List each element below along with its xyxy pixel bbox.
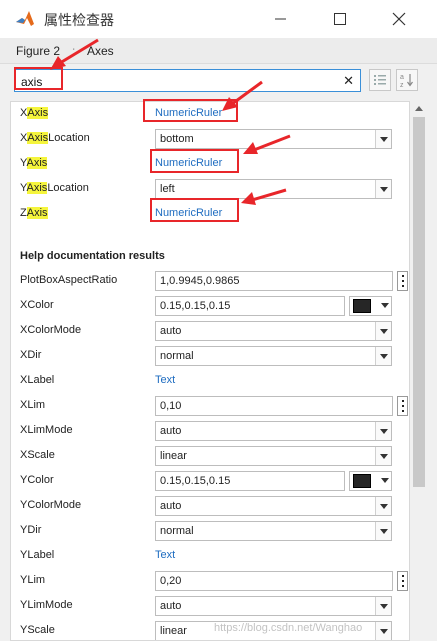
help-results-heading: Help documentation results <box>20 250 165 262</box>
xlimmode-dropdown[interactable]: auto <box>155 421 392 441</box>
more-options-icon[interactable] <box>397 271 408 291</box>
property-name: YAxisLocation <box>20 182 89 194</box>
property-row-xscale: XScale linear <box>11 443 409 468</box>
property-row-ylabel: YLabel Text <box>20 549 176 561</box>
chevron-down-icon[interactable] <box>375 422 391 440</box>
breadcrumb-separator: : <box>72 44 76 58</box>
categorized-view-button[interactable] <box>369 69 391 91</box>
breadcrumb-figure[interactable]: Figure 2 <box>16 44 60 58</box>
property-name: XAxis <box>20 107 49 119</box>
ydir-dropdown[interactable]: normal <box>155 521 392 541</box>
more-options-icon[interactable] <box>397 571 408 591</box>
ycolormode-dropdown[interactable]: auto <box>155 496 392 516</box>
ycolor-field[interactable]: 0.15,0.15,0.15 <box>155 471 345 491</box>
chevron-down-icon[interactable] <box>375 322 391 340</box>
chevron-down-icon[interactable] <box>375 522 391 540</box>
chevron-down-icon[interactable] <box>375 497 391 515</box>
property-row-plotboxaspectratio: PlotBoxAspectRatio 1,0.9945,0.9865 <box>11 268 409 293</box>
chevron-down-icon[interactable] <box>375 447 391 465</box>
property-row-xlim: XLim 0,10 <box>11 393 409 418</box>
title-bar: 属性检查器 <box>0 0 437 38</box>
close-icon[interactable] <box>377 0 421 38</box>
chevron-down-icon[interactable] <box>375 622 391 640</box>
color-swatch <box>353 299 371 313</box>
xaxislocation-dropdown[interactable]: bottom <box>155 129 392 149</box>
scrollbar[interactable] <box>411 101 427 641</box>
sort-az-icon: a z <box>400 74 413 89</box>
annotation-box-zaxis <box>150 198 239 222</box>
color-swatch <box>353 474 371 488</box>
xcolor-picker-button[interactable] <box>349 296 392 316</box>
search-highlight: Axis <box>26 157 48 169</box>
breadcrumb: Figure 2 : Axes <box>0 38 437 64</box>
search-input[interactable]: axis ✕ <box>14 69 361 92</box>
property-row-xdir: XDir normal <box>11 343 409 368</box>
scrollbar-thumb[interactable] <box>413 117 425 487</box>
maximize-icon[interactable] <box>318 0 362 38</box>
search-highlight: Axis <box>26 207 48 219</box>
search-highlight: Axis <box>26 182 48 194</box>
property-name: XAxisLocation <box>20 132 90 144</box>
chevron-down-icon[interactable] <box>375 597 391 615</box>
svg-text:a: a <box>400 74 404 81</box>
search-row: axis ✕ a z <box>0 64 437 98</box>
ylim-field[interactable]: 0,20 <box>155 571 393 591</box>
minimize-icon[interactable] <box>259 0 303 38</box>
ylimmode-dropdown[interactable]: auto <box>155 596 392 616</box>
yaxislocation-dropdown[interactable]: left <box>155 179 392 199</box>
more-options-icon[interactable] <box>397 396 408 416</box>
property-name: YAxis <box>20 157 48 169</box>
scroll-up-icon[interactable] <box>415 106 423 111</box>
annotation-box-xaxis <box>143 99 238 122</box>
chevron-down-icon[interactable] <box>375 130 391 148</box>
property-row-xcolormode: XColorMode auto <box>11 318 409 343</box>
breadcrumb-object[interactable]: Axes <box>87 44 114 58</box>
annotation-box-search <box>14 67 63 90</box>
ylabel-link[interactable]: Text <box>155 549 175 561</box>
property-row-ycolor: YColor 0.15,0.15,0.15 <box>11 468 409 493</box>
matlab-logo-icon <box>16 11 34 26</box>
xcolormode-dropdown[interactable]: auto <box>155 321 392 341</box>
svg-text:z: z <box>400 82 404 89</box>
property-list: XAxis NumericRuler XAxisLocation bottom … <box>10 101 410 641</box>
property-name: ZAxis <box>20 207 48 219</box>
chevron-down-icon <box>381 478 389 483</box>
search-highlight: Axis <box>27 132 49 144</box>
xlabel-link[interactable]: Text <box>155 374 175 386</box>
xcolor-field[interactable]: 0.15,0.15,0.15 <box>155 296 345 316</box>
property-row-ycolormode: YColorMode auto <box>11 493 409 518</box>
xscale-dropdown[interactable]: linear <box>155 446 392 466</box>
plotboxaspectratio-field[interactable]: 1,0.9945,0.9865 <box>155 271 393 291</box>
property-row-ylimmode: YLimMode auto <box>11 593 409 618</box>
window-title: 属性检查器 <box>44 12 114 28</box>
ycolor-picker-button[interactable] <box>349 471 392 491</box>
clear-search-icon[interactable]: ✕ <box>343 73 354 89</box>
property-row-ydir: YDir normal <box>11 518 409 543</box>
chevron-down-icon <box>381 303 389 308</box>
sort-alphabetical-button[interactable]: a z <box>396 69 418 91</box>
watermark: https://blog.csdn.net/Wanghao <box>214 622 363 634</box>
chevron-down-icon[interactable] <box>375 347 391 365</box>
property-row-xaxislocation: XAxisLocation bottom <box>11 126 409 151</box>
xdir-dropdown[interactable]: normal <box>155 346 392 366</box>
property-row-xlabel: XLabel Text <box>20 374 176 386</box>
annotation-box-yaxis <box>150 149 239 173</box>
property-row-xlimmode: XLimMode auto <box>11 418 409 443</box>
search-highlight: Axis <box>27 107 49 119</box>
xlim-field[interactable]: 0,10 <box>155 396 393 416</box>
property-row-ylim: YLim 0,20 <box>11 568 409 593</box>
list-categories-icon <box>374 75 386 85</box>
property-row-xcolor: XColor 0.15,0.15,0.15 <box>11 293 409 318</box>
chevron-down-icon[interactable] <box>375 180 391 198</box>
